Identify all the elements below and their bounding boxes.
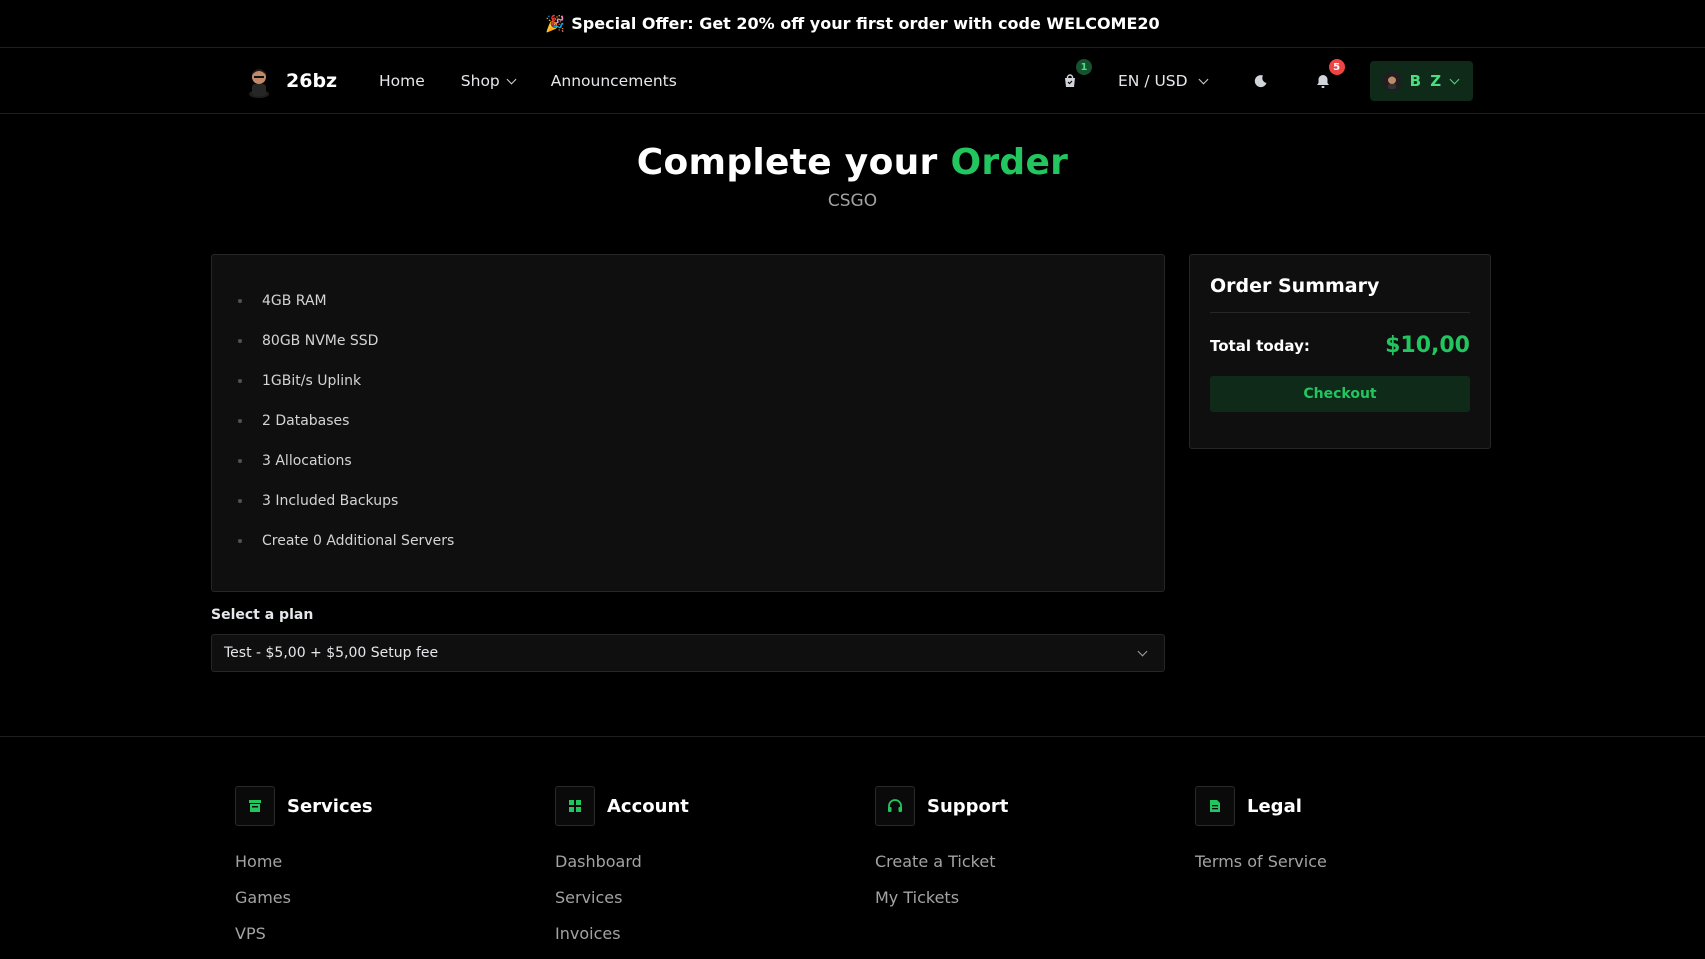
locale-label: EN / USD [1118, 72, 1188, 90]
headset-icon [875, 786, 915, 826]
feature-item: 4GB RAM [238, 281, 1164, 321]
locale-selector[interactable]: EN / USD [1118, 72, 1209, 90]
footer-heading: Account [555, 786, 855, 826]
total-row: Total today: $10,00 [1210, 333, 1470, 358]
theme-toggle[interactable] [1249, 69, 1273, 93]
nav-shop-label: Shop [460, 72, 500, 90]
feature-label: 3 Allocations [262, 453, 352, 469]
bullet-icon [238, 499, 242, 503]
footer-heading-label: Legal [1247, 795, 1302, 817]
party-icon: 🎉 [545, 14, 566, 33]
footer-column-legal: Legal Terms of Service [1195, 786, 1495, 880]
footer-link-invoices[interactable]: Invoices [555, 916, 855, 952]
nav-announcements[interactable]: Announcements [551, 72, 677, 90]
feature-list: 4GB RAM 80GB NVMe SSD 1GBit/s Uplink 2 D… [212, 255, 1164, 561]
footer-heading: Legal [1195, 786, 1495, 826]
feature-label: Create 0 Additional Servers [262, 533, 455, 549]
footer-heading-label: Account [607, 795, 689, 817]
page-header: Complete your Order CSGO [0, 142, 1705, 211]
chevron-down-icon [506, 74, 517, 84]
plan-select-label: Select a plan [211, 607, 314, 623]
feature-item: 3 Allocations [238, 441, 1164, 481]
total-label: Total today: [1210, 336, 1310, 355]
bullet-icon [238, 299, 242, 303]
store-icon [235, 786, 275, 826]
top-navbar: 26bz Home Shop Announcements 1 EN / USD [0, 48, 1705, 114]
grid-icon [555, 786, 595, 826]
footer-link-services[interactable]: Services [555, 880, 855, 916]
footer-link-home[interactable]: Home [235, 844, 535, 880]
promo-text: Special Offer: Get 20% off your first or… [571, 14, 1160, 33]
notification-count-badge: 5 [1328, 59, 1345, 75]
site-footer: Services Home Games VPS Account Dashboar… [0, 736, 1705, 959]
brand-link[interactable]: 26bz [244, 64, 337, 98]
bullet-icon [238, 379, 242, 383]
footer-link-games[interactable]: Games [235, 880, 535, 916]
feature-label: 1GBit/s Uplink [262, 373, 362, 389]
order-summary-title: Order Summary [1210, 275, 1470, 313]
chevron-down-icon [1198, 74, 1209, 84]
chevron-down-icon [1137, 646, 1148, 656]
cart-button[interactable]: 1 [1058, 59, 1092, 93]
plan-select[interactable]: Test - $5,00 + $5,00 Setup fee [211, 634, 1165, 672]
product-features-card: 4GB RAM 80GB NVMe SSD 1GBit/s Uplink 2 D… [211, 254, 1165, 592]
moon-icon [1254, 75, 1267, 88]
bullet-icon [238, 339, 242, 343]
document-icon [1195, 786, 1235, 826]
footer-links: Terms of Service [1195, 844, 1495, 880]
feature-item: Create 0 Additional Servers [238, 521, 1164, 561]
footer-links: Home Games VPS [235, 844, 535, 952]
nav-home[interactable]: Home [379, 72, 425, 90]
product-name: CSGO [827, 191, 878, 211]
checkout-button[interactable]: Checkout [1210, 376, 1470, 412]
bell-icon [1316, 74, 1329, 88]
feature-label: 3 Included Backups [262, 493, 399, 509]
promo-banner: 🎉 Special Offer: Get 20% off your first … [0, 0, 1705, 48]
brand-name: 26bz [286, 70, 338, 92]
footer-links: Dashboard Services Invoices [555, 844, 855, 952]
feature-label: 2 Databases [262, 413, 350, 429]
nav-announcements-label: Announcements [550, 72, 677, 90]
brand-avatar-icon [244, 64, 274, 98]
feature-item: 3 Included Backups [238, 481, 1164, 521]
chevron-down-icon [1449, 74, 1460, 84]
total-value: $10,00 [1385, 333, 1470, 358]
footer-column-services: Services Home Games VPS [235, 786, 535, 952]
feature-item: 80GB NVMe SSD [238, 321, 1164, 361]
bullet-icon [238, 459, 242, 463]
page-title: Complete your Order [0, 142, 1705, 183]
order-summary-card: Order Summary Total today: $10,00 Checko… [1189, 254, 1491, 449]
footer-link-my-tickets[interactable]: My Tickets [875, 880, 1175, 916]
page-title-prefix: Complete your [636, 142, 938, 183]
footer-heading: Services [235, 786, 535, 826]
user-avatar [1381, 71, 1402, 91]
nav-shop[interactable]: Shop [460, 72, 517, 90]
nav-actions: 1 EN / USD 5 B Z [1058, 48, 1473, 114]
nav-links: Home Shop Announcements [379, 48, 677, 114]
bullet-icon [238, 539, 242, 543]
feature-item: 1GBit/s Uplink [238, 361, 1164, 401]
feature-label: 4GB RAM [262, 293, 327, 309]
plan-select-value: Test - $5,00 + $5,00 Setup fee [224, 645, 439, 661]
feature-label: 80GB NVMe SSD [262, 333, 379, 349]
user-menu-button[interactable]: B Z [1369, 61, 1473, 101]
footer-heading-label: Support [927, 795, 1009, 817]
footer-heading: Support [875, 786, 1175, 826]
cart-count-badge: 1 [1076, 59, 1092, 75]
bullet-icon [238, 419, 242, 423]
footer-column-account: Account Dashboard Services Invoices [555, 786, 855, 952]
footer-links: Create a Ticket My Tickets [875, 844, 1175, 916]
nav-home-label: Home [379, 72, 425, 90]
shopping-bag-icon [1065, 74, 1075, 87]
user-initials: B Z [1409, 72, 1444, 90]
feature-item: 2 Databases [238, 401, 1164, 441]
footer-link-create-ticket[interactable]: Create a Ticket [875, 844, 1175, 880]
page-title-accent: Order [950, 142, 1069, 183]
footer-link-dashboard[interactable]: Dashboard [555, 844, 855, 880]
footer-heading-label: Services [287, 795, 373, 817]
footer-column-support: Support Create a Ticket My Tickets [875, 786, 1175, 916]
footer-link-terms[interactable]: Terms of Service [1195, 844, 1495, 880]
notifications-button[interactable]: 5 [1311, 59, 1345, 93]
footer-link-vps[interactable]: VPS [235, 916, 535, 952]
